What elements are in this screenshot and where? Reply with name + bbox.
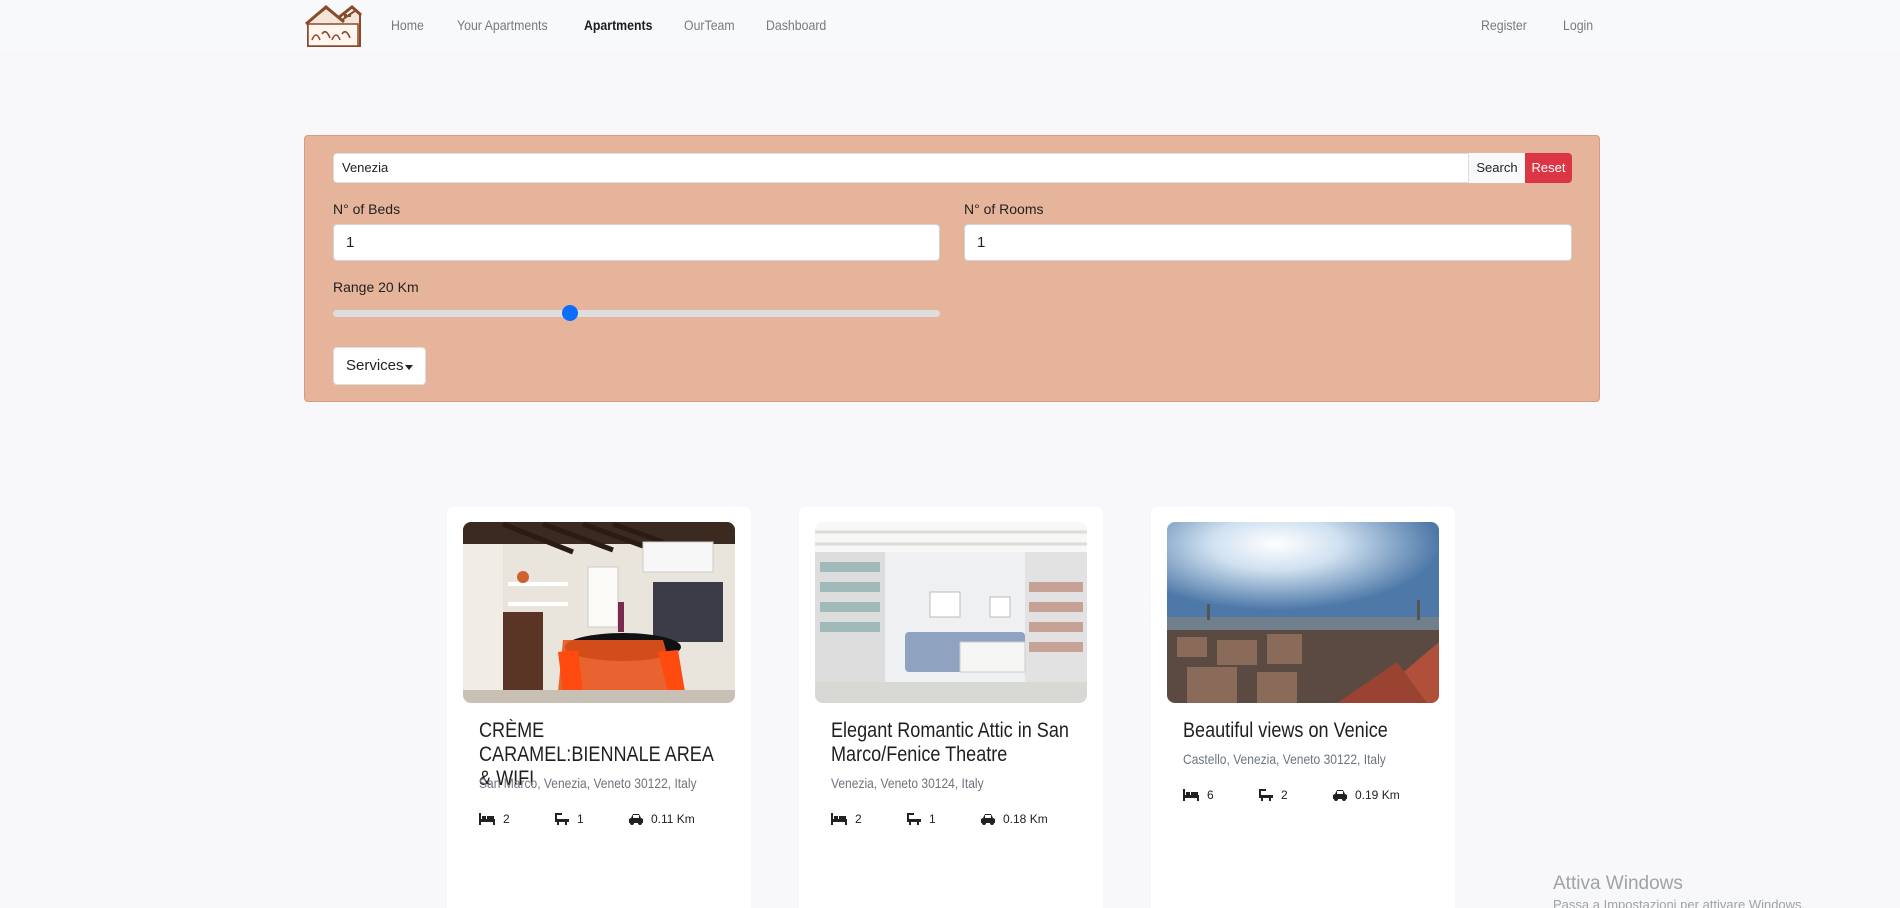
apartment-stats: 2 1 0.11 Km — [479, 812, 729, 828]
apartment-card[interactable]: Beautiful views on Venice Castello, Vene… — [1151, 507, 1455, 908]
baths-stat: 1 — [907, 812, 936, 826]
car-icon — [629, 814, 643, 825]
range-slider-thumb[interactable] — [561, 305, 578, 321]
car-icon — [981, 814, 995, 825]
windows-activation-text: Passa a Impostazioni per attivare Window… — [1553, 897, 1806, 908]
apartment-address: Venezia, Veneto 30124, Italy — [831, 775, 984, 791]
beds-label: N° of Beds — [333, 201, 401, 217]
apartment-photo[interactable] — [1167, 522, 1439, 703]
range-slider-track[interactable] — [333, 310, 940, 317]
beds-stat: 2 — [831, 812, 862, 826]
nav-home[interactable]: Home — [391, 17, 424, 33]
distance-stat: 0.18 Km — [981, 812, 1048, 826]
bath-icon — [1259, 789, 1273, 801]
beds-count: 6 — [1207, 788, 1214, 802]
apartment-title[interactable]: Elegant Romantic Attic in San Marco/Feni… — [831, 719, 1072, 767]
nav-your-apartments[interactable]: Your Apartments — [457, 17, 548, 33]
distance-value: 0.11 Km — [651, 812, 695, 826]
windows-activation-title: Attiva Windows — [1553, 873, 1683, 894]
baths-count: 1 — [929, 812, 936, 826]
apartment-address: San Marco, Venezia, Veneto 30122, Italy — [479, 775, 697, 791]
distance-value: 0.18 Km — [1003, 812, 1048, 826]
search-button[interactable]: Search — [1469, 153, 1525, 183]
car-icon — [1333, 790, 1347, 801]
nav-ourteam[interactable]: OurTeam — [684, 17, 735, 33]
bath-icon — [555, 813, 569, 825]
baths-stat: 1 — [555, 812, 584, 826]
beds-count: 2 — [503, 812, 510, 826]
bnb-logo[interactable] — [304, 4, 362, 48]
services-dropdown-button[interactable]: Services — [333, 347, 426, 385]
apartment-card[interactable]: CRÈME CARAMEL:BIENNALE AREA & WIFI San M… — [447, 507, 751, 908]
nav-register[interactable]: Register — [1481, 17, 1527, 33]
apartment-address: Castello, Venezia, Veneto 30122, Italy — [1183, 751, 1386, 767]
services-label: Services — [346, 357, 404, 374]
chevron-down-icon — [405, 365, 413, 370]
beds-stat: 6 — [1183, 788, 1214, 802]
bed-icon — [479, 813, 495, 825]
range-label: Range 20 Km — [333, 279, 419, 295]
baths-count: 1 — [577, 812, 584, 826]
search-input[interactable]: Venezia — [333, 153, 1469, 183]
bath-icon — [907, 813, 921, 825]
navbar: Home Your Apartments Apartments OurTeam … — [0, 0, 1900, 52]
apartment-stats: 2 1 0.18 Km — [831, 812, 1081, 828]
apartment-photo[interactable] — [815, 522, 1087, 703]
distance-stat: 0.11 Km — [629, 812, 695, 826]
distance-stat: 0.19 Km — [1333, 788, 1400, 802]
rooms-label: N° of Rooms — [964, 201, 1044, 217]
distance-value: 0.19 Km — [1355, 788, 1400, 802]
bed-icon — [1183, 789, 1199, 801]
beds-input[interactable]: 1 — [333, 224, 940, 261]
nav-login[interactable]: Login — [1563, 17, 1593, 33]
reset-button[interactable]: Reset — [1525, 153, 1572, 183]
baths-count: 2 — [1281, 788, 1288, 802]
nav-dashboard[interactable]: Dashboard — [766, 17, 826, 33]
beds-stat: 2 — [479, 812, 510, 826]
baths-stat: 2 — [1259, 788, 1288, 802]
apartment-photo[interactable] — [463, 522, 735, 703]
rooms-input[interactable]: 1 — [964, 224, 1572, 261]
bed-icon — [831, 813, 847, 825]
beds-count: 2 — [855, 812, 862, 826]
apartment-stats: 6 2 0.19 Km — [1183, 788, 1433, 804]
apartment-card[interactable]: Elegant Romantic Attic in San Marco/Feni… — [799, 507, 1103, 908]
apartment-title[interactable]: Beautiful views on Venice — [1183, 719, 1424, 743]
search-filter-panel: Venezia Search Reset N° of Beds 1 N° of … — [304, 135, 1600, 402]
nav-apartments[interactable]: Apartments — [584, 17, 652, 33]
